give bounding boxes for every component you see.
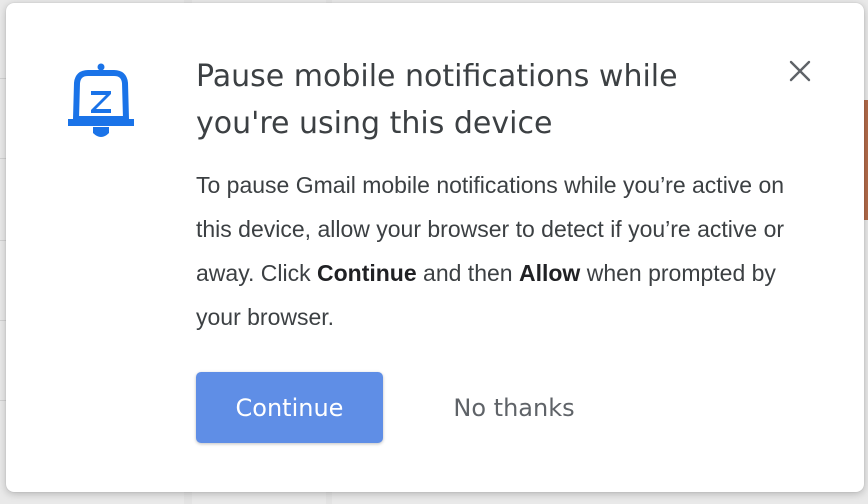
continue-emphasis: Continue bbox=[317, 260, 417, 286]
no-thanks-button[interactable]: No thanks bbox=[426, 372, 602, 443]
dialog-body: To pause Gmail mobile notifications whil… bbox=[196, 163, 816, 339]
snooze-bell-icon bbox=[68, 61, 134, 143]
pause-notifications-dialog: Pause mobile notifications while you're … bbox=[6, 3, 864, 492]
backdrop-edge bbox=[864, 100, 868, 220]
continue-button[interactable]: Continue bbox=[196, 372, 383, 443]
close-icon[interactable] bbox=[782, 53, 818, 89]
body-text-part: and then bbox=[416, 260, 519, 286]
dialog-title: Pause mobile notifications while you're … bbox=[196, 59, 678, 141]
allow-emphasis: Allow bbox=[518, 260, 581, 286]
